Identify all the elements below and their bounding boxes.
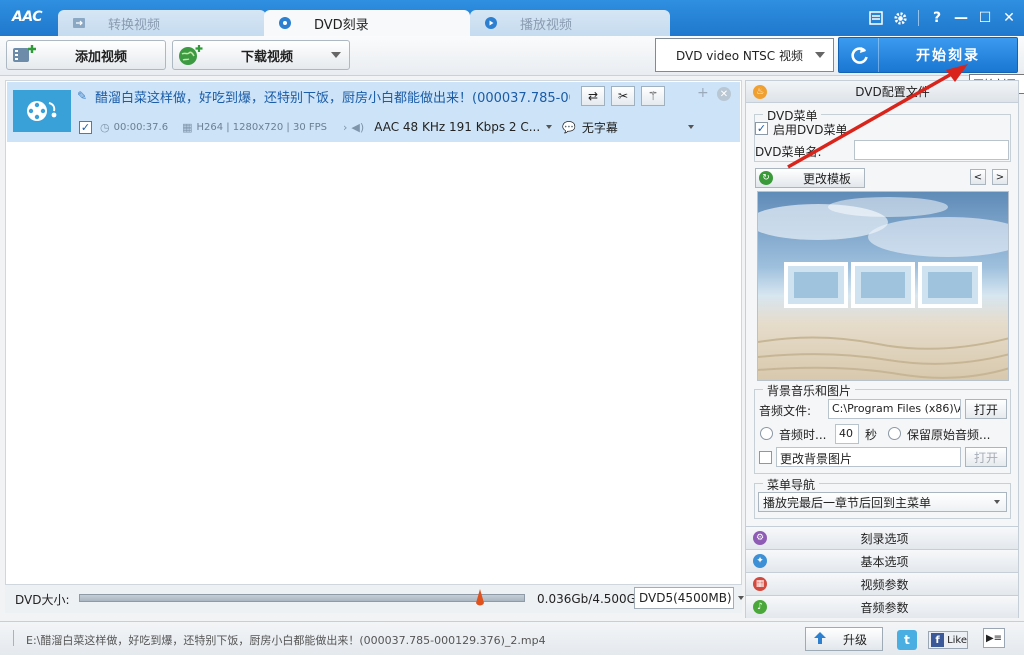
upgrade-label: 升级 [842, 632, 867, 647]
twitter-icon[interactable]: t [897, 630, 917, 650]
upgrade-button[interactable]: 升级 [805, 627, 883, 651]
divider [13, 630, 14, 646]
facebook-icon: f [931, 633, 945, 647]
like-label: Like [947, 634, 967, 646]
arrow-up-icon [812, 630, 828, 649]
status-file-path: E:\醋溜白菜这样做，好吃到爆，还特别下饭，厨房小白都能做出来！(000037.… [26, 634, 546, 647]
play-list-button[interactable]: ▶≡ [983, 628, 1005, 648]
annotation-arrow [787, 64, 968, 169]
facebook-like-button[interactable]: f Like [928, 631, 968, 649]
status-bar: E:\醋溜白菜这样做，好吃到爆，还特别下饭，厨房小白都能做出来！(000037.… [0, 621, 1024, 655]
